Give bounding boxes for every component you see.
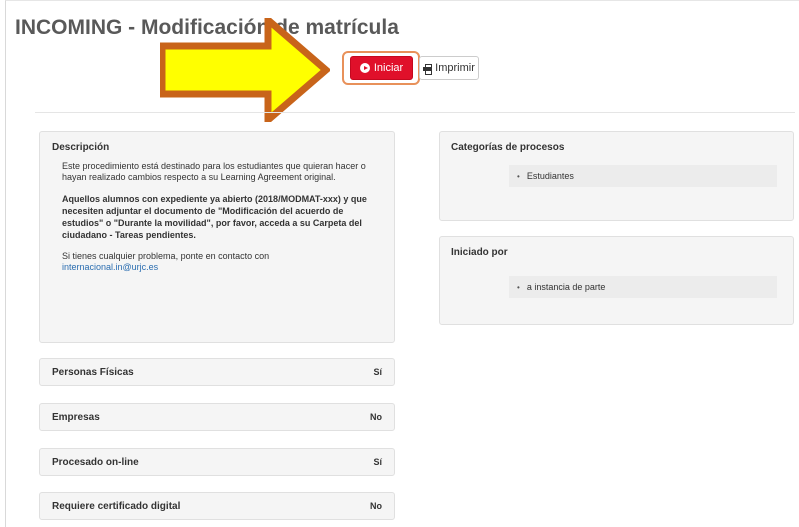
property-value: No <box>370 412 382 422</box>
categories-panel: Categorías de procesos Estudiantes <box>439 131 794 221</box>
initiated-by-item: a instancia de parte <box>509 276 777 298</box>
property-row-empresas: Empresas No <box>39 403 395 431</box>
print-button-label: Imprimir <box>435 62 475 74</box>
property-value: Sí <box>373 367 382 377</box>
property-row-certificado-digital: Requiere certificado digital No <box>39 492 395 520</box>
start-button[interactable]: Iniciar <box>350 56 413 80</box>
description-text: Este procedimiento está destinado para l… <box>62 161 366 182</box>
property-row-procesado-online: Procesado on-line Sí <box>39 448 395 476</box>
start-button-label: Iniciar <box>373 62 404 74</box>
contact-email-link[interactable]: internacional.in@urjc.es <box>62 262 158 272</box>
description-panel: Descripción Este procedimiento está dest… <box>39 131 395 343</box>
initiated-by-title: Iniciado por <box>451 247 508 258</box>
divider <box>35 112 795 113</box>
property-value: No <box>370 501 382 511</box>
category-item: Estudiantes <box>509 165 777 187</box>
property-label: Procesado on-line <box>52 456 139 468</box>
description-contact: Si tienes cualquier problema, ponte en c… <box>52 251 382 273</box>
property-label: Requiere certificado digital <box>52 500 181 512</box>
printer-icon <box>423 63 433 75</box>
description-notice: Aquellos alumnos con expediente ya abier… <box>62 194 367 240</box>
play-icon <box>359 63 370 73</box>
categories-title: Categorías de procesos <box>451 142 565 153</box>
highlight-arrow-icon <box>160 18 330 122</box>
initiated-by-panel: Iniciado por a instancia de parte <box>439 236 794 325</box>
description-title: Descripción <box>52 142 110 153</box>
print-button[interactable]: Imprimir <box>419 56 479 80</box>
property-label: Personas Físicas <box>52 366 134 378</box>
property-row-personas-fisicas: Personas Físicas Sí <box>39 358 395 386</box>
property-label: Empresas <box>52 411 100 423</box>
property-value: Sí <box>373 457 382 467</box>
contact-text: Si tienes cualquier problema, ponte en c… <box>62 251 270 261</box>
